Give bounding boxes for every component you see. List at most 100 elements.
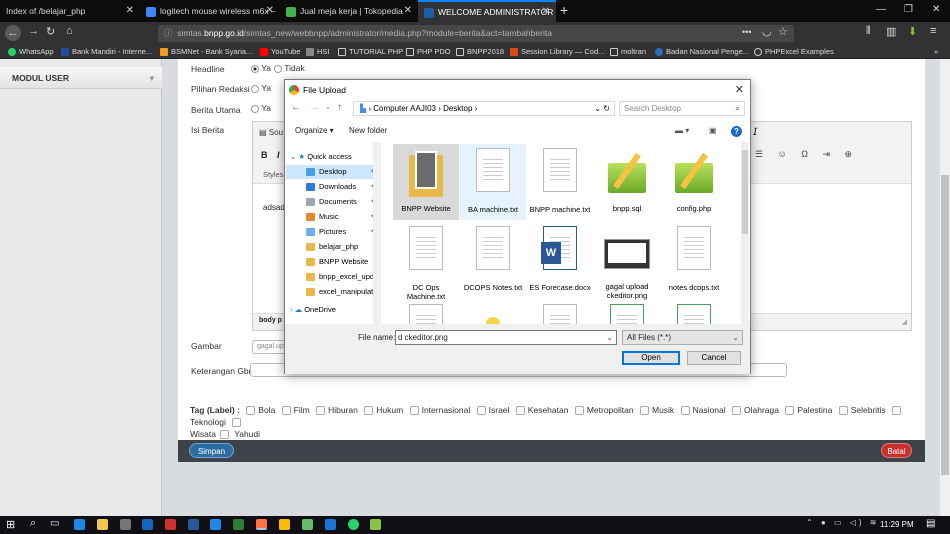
whatsapp-icon[interactable]	[348, 519, 359, 530]
notifications-icon[interactable]: ▤	[926, 518, 935, 529]
radio[interactable]	[251, 104, 259, 113]
minimize-icon[interactable]: —	[876, 4, 886, 15]
checkbox[interactable]	[281, 406, 291, 416]
file-item[interactable]: BNPP Website	[393, 144, 459, 220]
nav-quick-access[interactable]: ⌄ ★ Quick access	[286, 150, 379, 164]
bookmark-tutorial-php[interactable]: TUTORIAL PHP	[338, 45, 403, 58]
windows-start-icon[interactable]: ⊞	[6, 518, 15, 531]
resize-handle-icon[interactable]: ◢	[902, 318, 907, 326]
checkbox[interactable]	[476, 406, 486, 416]
ie-icon[interactable]	[210, 519, 221, 530]
close-icon[interactable]: ✕	[735, 80, 744, 100]
tab-welcome-admin[interactable]: WELCOME ADMINISTRATOR ✕	[418, 0, 556, 22]
open-button[interactable]: Open	[622, 351, 680, 365]
tag-musik[interactable]: Musik	[636, 405, 674, 416]
tag-wisata[interactable]: Wisata	[190, 429, 232, 440]
pocket-icon[interactable]: ◡	[762, 25, 772, 38]
up-arrow-icon[interactable]: ↑	[337, 102, 342, 113]
radio[interactable]	[274, 64, 282, 73]
dialog-titlebar[interactable]: File Upload ✕	[285, 80, 750, 100]
restore-icon[interactable]: ❐	[904, 4, 913, 15]
close-icon[interactable]: ✕	[266, 0, 274, 22]
file-item[interactable]: DCOPS Notes.txt	[460, 222, 526, 298]
checkbox[interactable]	[219, 430, 229, 440]
files-scrollbar-thumb[interactable]	[742, 150, 748, 234]
more-bookmarks-icon[interactable]: »	[934, 45, 938, 58]
file-item[interactable]: gagal upload ckeditor.png	[594, 222, 660, 300]
breadcrumb-desktop[interactable]: Desktop	[443, 104, 472, 113]
file-item[interactable]: BNPP machine.txt	[527, 144, 593, 220]
notepadpp-icon[interactable]	[233, 519, 244, 530]
file-item[interactable]: notes dcops.txt	[661, 222, 727, 298]
checkbox[interactable]	[232, 418, 242, 428]
library-icon[interactable]: ⫴	[866, 25, 871, 38]
nav-pictures[interactable]: Pictures✦	[286, 225, 379, 239]
file-item[interactable]: bnpp.sql	[594, 144, 660, 220]
clock[interactable]: 11:29 PM	[880, 520, 914, 529]
checkbox[interactable]	[680, 406, 690, 416]
checkbox[interactable]	[732, 406, 742, 416]
tag-kesehatan[interactable]: Kesehatan	[512, 405, 568, 416]
back-arrow-icon[interactable]: ←	[291, 102, 301, 113]
outlook-icon[interactable]	[142, 519, 153, 530]
bookmark-star-icon[interactable]: ☆	[778, 25, 788, 38]
checkbox[interactable]	[515, 406, 525, 416]
editor-body-text[interactable]: adsad	[263, 203, 285, 212]
file-item[interactable]: config.php	[661, 144, 727, 220]
window-close-icon[interactable]: ✕	[932, 4, 940, 15]
nav-onedrive[interactable]: › ☁ OneDrive	[286, 303, 379, 317]
checkbox[interactable]	[574, 406, 584, 416]
file-type-select[interactable]: All Files (*.*) ⌄	[622, 330, 743, 345]
app-icon[interactable]	[370, 519, 381, 530]
batal-button[interactable]: Batal	[881, 443, 912, 458]
tag-internasional[interactable]: Internasional	[406, 405, 470, 416]
nav-excel-manipulation[interactable]: excel_manipulati	[286, 285, 379, 299]
new-tab-icon[interactable]: +	[560, 2, 568, 18]
extension-icon[interactable]: ⬇	[908, 25, 917, 38]
file-item-partial[interactable]	[661, 300, 727, 324]
nav-documents[interactable]: Documents✦	[286, 195, 379, 209]
tag-metropolitan[interactable]: Metropolitan	[571, 405, 634, 416]
modul-user-menu[interactable]: MODUL USER ▾	[0, 67, 162, 89]
address-breadcrumb[interactable]: ▙ › Computer AAJI03 › Desktop › ⌄ ↻	[353, 101, 615, 116]
task-view-icon[interactable]: ▭	[50, 518, 59, 529]
bookmark-phpexcel[interactable]: PHPExcel Examples	[754, 45, 834, 58]
bookmark-bnpp[interactable]: Badan Nasional Penge...	[655, 45, 749, 58]
search-icon[interactable]: ⌕	[30, 517, 36, 530]
bookmark-youtube[interactable]: YouTube	[260, 45, 300, 58]
new-folder-button[interactable]: New folder	[349, 121, 387, 141]
nav-desktop[interactable]: Desktop✦	[286, 165, 379, 179]
firefox-icon[interactable]	[256, 519, 267, 530]
file-name-input[interactable]: d ckeditor.png ⌄	[395, 330, 617, 345]
back-icon[interactable]: ←	[5, 25, 21, 41]
insert-tools[interactable]: ☰ ☺ Ω ⇥ ⊕	[755, 149, 858, 160]
preview-pane-icon[interactable]: ▣	[709, 121, 717, 141]
url-bar[interactable]: ⓘ simtas.bnpp.go.id/simtas_new/webbnpp/a…	[158, 25, 794, 42]
tab-belajar-php[interactable]: Index of /belajar_php ✕	[0, 0, 140, 22]
vscode-icon[interactable]	[325, 519, 336, 530]
nav-bnpp-website[interactable]: BNPP Website	[286, 255, 379, 269]
bookmark-whatsapp[interactable]: WhatsApp	[8, 45, 54, 58]
nav-music[interactable]: Music✦	[286, 210, 379, 224]
tag-olahraga[interactable]: Olahraga	[728, 405, 779, 416]
checkbox[interactable]	[246, 406, 256, 416]
reload-icon[interactable]: ↻	[46, 25, 55, 38]
file-item-partial[interactable]	[393, 300, 459, 324]
system-tray-icons[interactable]: ⌃ ● ▭ ◁) ≋	[806, 518, 880, 527]
file-item[interactable]: W ES Forecase.docx	[527, 222, 593, 298]
bookmark-bsmnet[interactable]: BSMNet - Bank Syaria...	[160, 45, 252, 58]
nav-downloads[interactable]: Downloads✦	[286, 180, 379, 194]
file-item-partial[interactable]	[594, 300, 660, 324]
file-explorer-icon[interactable]	[97, 519, 108, 530]
tag-palestina[interactable]: Palestina	[781, 405, 832, 416]
italic-icon[interactable]: I	[277, 150, 280, 160]
checkbox[interactable]	[364, 406, 374, 416]
sidebar-icon[interactable]: ▥	[886, 25, 896, 38]
breadcrumb-computer[interactable]: Computer AAJI03	[373, 104, 436, 113]
nav-bnpp-excel[interactable]: bnpp_excel_upda	[286, 270, 379, 284]
radio[interactable]	[251, 84, 259, 93]
tag-nasional[interactable]: Nasional	[677, 405, 726, 416]
search-input[interactable]: Search Desktop ⌕	[619, 101, 745, 116]
file-item-partial[interactable]	[460, 300, 526, 324]
tag-film[interactable]: Film	[278, 405, 310, 416]
